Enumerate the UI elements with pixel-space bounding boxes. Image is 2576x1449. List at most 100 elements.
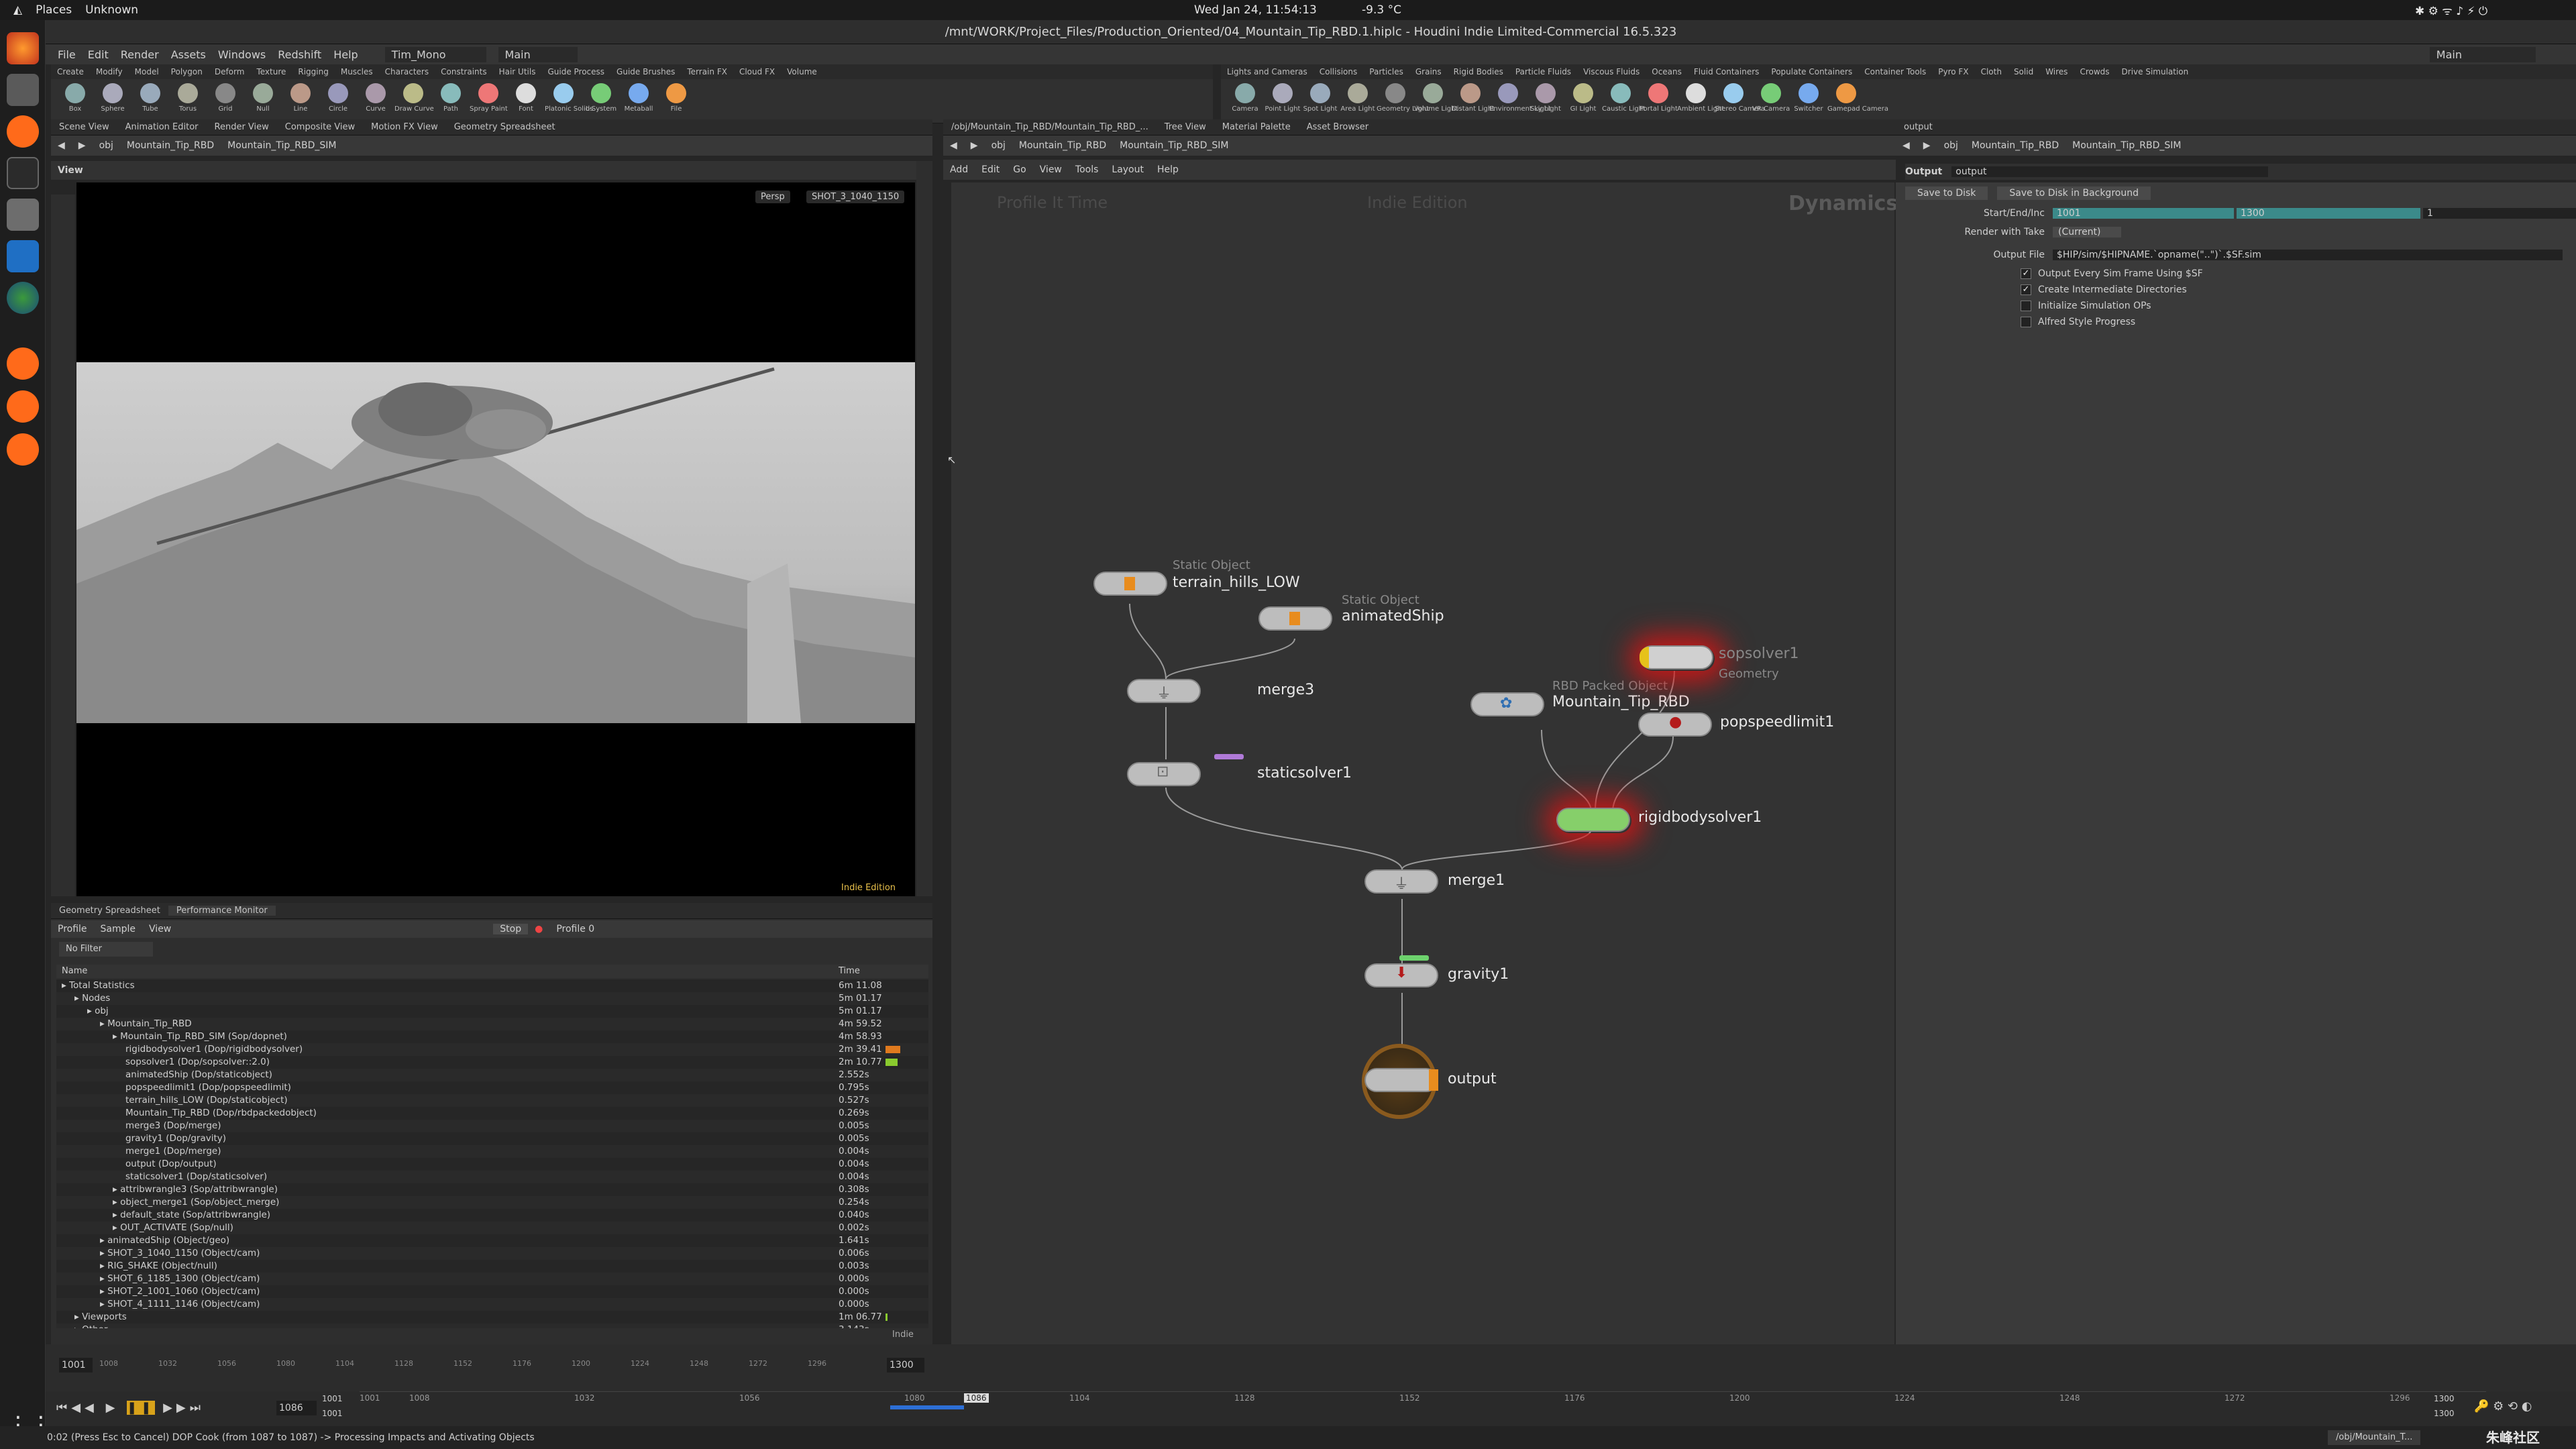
shelf-tool-right-6[interactable]: Distant Light	[1452, 80, 1495, 122]
filter-menu[interactable]: No Filter	[59, 942, 153, 957]
net-path-rbd[interactable]: Mountain_Tip_RBD	[1012, 140, 1113, 151]
shelf-tab-left-6[interactable]: Rigging	[292, 67, 334, 76]
perf-row[interactable]: ▸ OUT_ACTIVATE (Sop/null) 0.002s	[56, 1222, 928, 1234]
network-editor[interactable]: Profile It Time Indie Edition Dynamics S…	[947, 182, 1898, 1390]
path-rbd[interactable]: Mountain_Tip_RBD	[120, 140, 221, 151]
network-menu-go[interactable]: Go	[1006, 164, 1032, 175]
perf-row[interactable]: ▸ Viewports 1m 06.77	[56, 1311, 928, 1324]
tab-performance-monitor[interactable]: Performance Monitor	[168, 906, 276, 916]
houdini-2-icon[interactable]	[7, 347, 39, 380]
scene-viewport[interactable]: Persp SHOT_3_1040_1150 Indie Edition	[76, 182, 915, 896]
checkbox[interactable]	[2021, 301, 2031, 311]
menu-redshift[interactable]: Redshift	[278, 48, 321, 61]
shelf-tool-left-7[interactable]: Circle	[319, 80, 357, 122]
shelf-tab-right-8[interactable]: Fluid Containers	[1688, 67, 1766, 76]
param-path-obj[interactable]: obj	[1937, 140, 1965, 151]
shelf-tool-left-16[interactable]: File	[657, 80, 695, 122]
taskbar-item[interactable]: /obj/Mountain_T...	[2328, 1430, 2421, 1445]
perf-row[interactable]: sopsolver1 (Dop/sopsolver::2.0) 2m 10.77	[56, 1056, 928, 1069]
shelf-tool-left-12[interactable]: Font	[507, 80, 545, 122]
houdini-4-icon[interactable]	[7, 433, 39, 466]
shelf-tool-right-5[interactable]: Volume Light	[1414, 80, 1458, 122]
current-frame-marker[interactable]: 1086	[964, 1393, 989, 1403]
perf-row[interactable]: ▸ Mountain_Tip_RBD_SIM (Sop/dopnet) 4m 58…	[56, 1030, 928, 1043]
col-name-header[interactable]: Name	[62, 965, 87, 978]
checkbox[interactable]: ✓	[2021, 268, 2031, 279]
shelf-tool-right-3[interactable]: Area Light	[1339, 80, 1377, 122]
shelf-tab-left-9[interactable]: Constraints	[435, 67, 492, 76]
perf-row[interactable]: ▸ obj 5m 01.17	[56, 1005, 928, 1018]
shelf-tool-right-10[interactable]: Caustic Light	[1602, 80, 1646, 122]
perf-row[interactable]: merge3 (Dop/merge) 0.005s	[56, 1120, 928, 1132]
shelf-tool-left-0[interactable]: Box	[56, 80, 94, 122]
network-tab-1[interactable]: Tree View	[1157, 122, 1214, 132]
shelf-tab-left-5[interactable]: Texture	[250, 67, 292, 76]
shelf-tab-right-13[interactable]: Solid	[2008, 67, 2039, 76]
shelf-tool-left-11[interactable]: Spray Paint	[470, 80, 508, 122]
shelf-tool-right-8[interactable]: Sky Light	[1527, 80, 1564, 122]
shelf-tool-right-7[interactable]: Environment Light	[1489, 80, 1551, 122]
camera-menu[interactable]: SHOT_3_1040_1150	[806, 191, 905, 203]
range-end-a[interactable]: 1300	[2434, 1394, 2455, 1403]
network-menu-layout[interactable]: Layout	[1105, 164, 1150, 175]
perf-row[interactable]: staticsolver1 (Dop/staticsolver) 0.004s	[56, 1171, 928, 1183]
main-timeline[interactable]: 1001 1008 1032 1056 1080 1104 1128 1152 1176 1200…	[360, 1391, 2486, 1426]
timeline[interactable]: 1001 1300 1008 1032 1056 1080 1104 1128 1152 11…	[46, 1344, 2576, 1391]
network-tab-2[interactable]: Material Palette	[1214, 122, 1299, 132]
perf-row[interactable]: ▸ SHOT_3_1040_1150 (Object/cam) 0.006s	[56, 1247, 928, 1260]
render-take-menu[interactable]: (Current)	[2053, 227, 2121, 237]
shelf-tool-right-11[interactable]: Portal Light	[1640, 80, 1678, 122]
houdini-3-icon[interactable]	[7, 390, 39, 423]
shelf-tab-right-4[interactable]: Rigid Bodies	[1448, 67, 1509, 76]
network-tab-0[interactable]: /obj/Mountain_Tip_RBD/Mountain_Tip_RBD_.…	[943, 122, 1157, 132]
shelf-tab-left-1[interactable]: Modify	[90, 67, 129, 76]
range-start-a[interactable]: 1001	[322, 1394, 343, 1403]
shelf-tool-right-14[interactable]: VR Camera	[1752, 80, 1790, 122]
menu-edit[interactable]: Edit	[88, 48, 109, 61]
menu-render[interactable]: Render	[121, 48, 159, 61]
browser-icon[interactable]	[7, 282, 39, 314]
shelf-tab-right-11[interactable]: Pyro FX	[1932, 67, 1974, 76]
save-bg-button[interactable]: Save to Disk in Background	[1997, 186, 2151, 200]
shelf-tab-left-14[interactable]: Cloud FX	[733, 67, 781, 76]
network-menu-view[interactable]: View	[1033, 164, 1069, 175]
menu-view[interactable]: View	[142, 924, 178, 934]
stop-button[interactable]: Stop	[493, 924, 529, 934]
shelf-tool-left-15[interactable]: Metaball	[620, 80, 657, 122]
shelf-tool-right-12[interactable]: Ambient Light	[1677, 80, 1724, 122]
shelf-tool-right-9[interactable]: GI Light	[1564, 80, 1602, 122]
perf-row[interactable]: rigidbodysolver1 (Dop/rigidbodysolver) 2m…	[56, 1043, 928, 1056]
perf-row[interactable]: ▸ SHOT_2_1001_1060 (Object/cam) 0.000s	[56, 1285, 928, 1298]
start-field[interactable]: 1001	[2053, 208, 2234, 219]
param-forward-icon[interactable]: ▶	[1917, 140, 1937, 151]
shelf-tab-right-5[interactable]: Particle Fluids	[1509, 67, 1577, 76]
range-start-field[interactable]: 1001	[59, 1358, 93, 1373]
forward-icon[interactable]: ▶	[72, 140, 93, 151]
shelf-tab-right-6[interactable]: Viscous Fluids	[1577, 67, 1646, 76]
system-tray-icons[interactable]: ✱ ⚙ ᯤ ♪ ⚡ ⏻	[2415, 3, 2487, 18]
perf-row[interactable]: ▸ RIG_SHAKE (Object/null) 0.003s	[56, 1260, 928, 1273]
node-name-field[interactable]: output	[1951, 166, 2269, 177]
viewport-left-toolbar[interactable]	[51, 195, 75, 896]
network-menu-edit[interactable]: Edit	[975, 164, 1006, 175]
shelf-tab-right-14[interactable]: Wires	[2039, 67, 2074, 76]
perf-row[interactable]: ▸ attribwrangle3 (Sop/attribwrangle) 0.30…	[56, 1183, 928, 1196]
inc-field[interactable]: 1	[2423, 208, 2576, 219]
shelf-tab-right-12[interactable]: Cloth	[1975, 67, 2008, 76]
perf-row[interactable]: gravity1 (Dop/gravity) 0.005s	[56, 1132, 928, 1145]
network-menu-tools[interactable]: Tools	[1069, 164, 1106, 175]
shelf-tool-left-5[interactable]: Null	[244, 80, 282, 122]
perf-row[interactable]: output (Dop/output) 0.004s	[56, 1158, 928, 1171]
shelf-tab-right-16[interactable]: Drive Simulation	[2116, 67, 2195, 76]
viewport-right-toolbar[interactable]	[916, 161, 932, 896]
perf-row[interactable]: ▸ object_merge1 (Sop/object_merge) 0.254s	[56, 1196, 928, 1209]
shelf-tool-left-8[interactable]: Curve	[357, 80, 394, 122]
desktop-selector[interactable]: Tim_Mono	[384, 46, 486, 62]
shelf-tab-left-10[interactable]: Hair Utils	[493, 67, 542, 76]
menu-help[interactable]: Help	[333, 48, 358, 61]
node-body[interactable]	[1556, 808, 1630, 832]
perf-row[interactable]: ▸ default_state (Sop/attribwrangle) 0.040…	[56, 1209, 928, 1222]
shelf-tab-left-0[interactable]: Create	[51, 67, 90, 76]
perf-row[interactable]: terrain_hills_LOW (Dop/staticobject) 0.52…	[56, 1094, 928, 1107]
scene-tab-3[interactable]: Composite View	[277, 122, 363, 132]
